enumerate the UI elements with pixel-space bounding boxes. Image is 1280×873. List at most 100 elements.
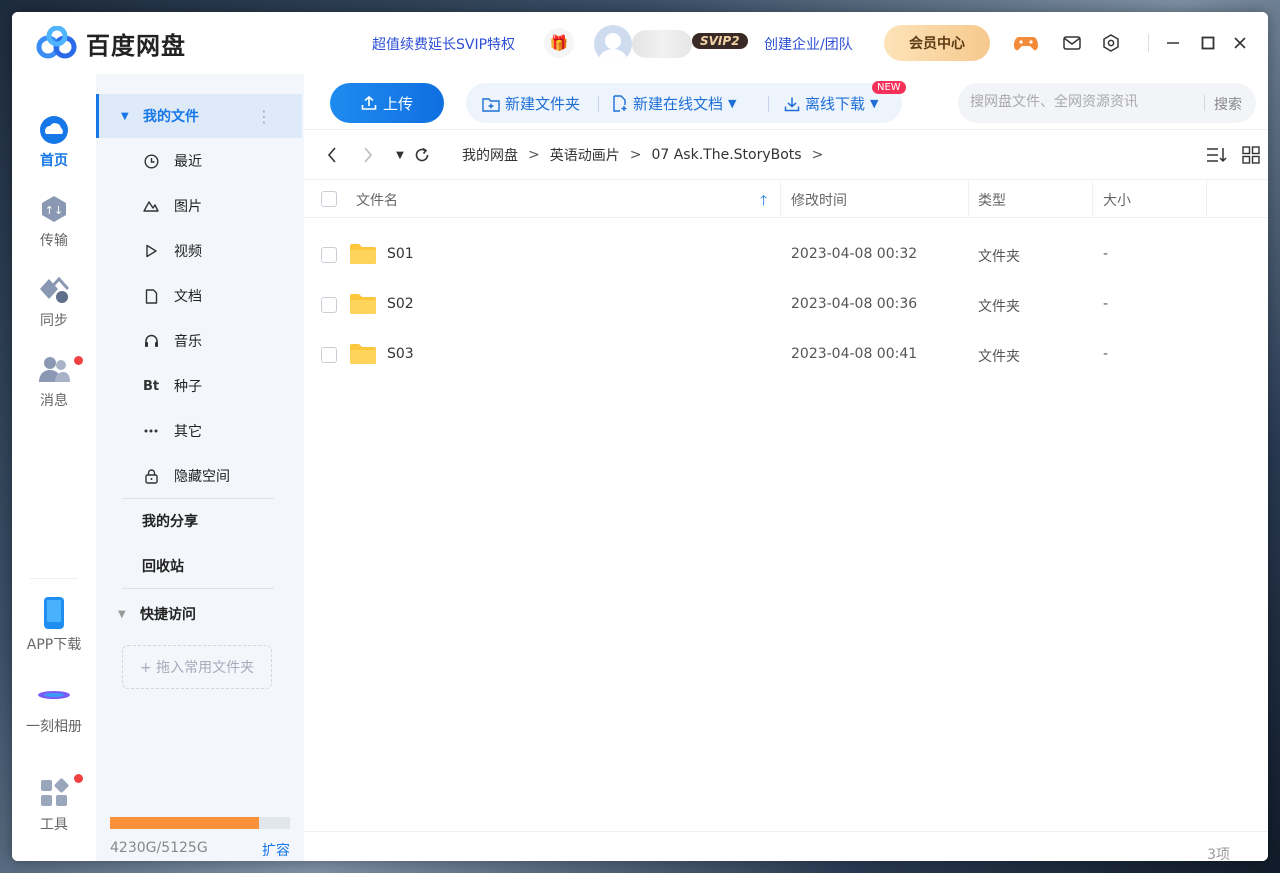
upload-button[interactable]: 上传: [330, 83, 444, 123]
new-folder-icon: [482, 97, 500, 112]
offline-download-button[interactable]: 离线下载 ▼: [784, 93, 878, 114]
new-folder-label: 新建文件夹: [505, 95, 581, 113]
refresh-icon[interactable]: [412, 145, 432, 165]
maximize-icon[interactable]: [1195, 30, 1221, 56]
file-mtime: 2023-04-08 00:36: [791, 296, 918, 312]
column-header-size[interactable]: 大小: [1103, 190, 1131, 210]
breadcrumb: 我的网盘 > 英语动画片 > 07 Ask.The.StoryBots >: [462, 145, 833, 165]
sidebar-item-recent[interactable]: 最近: [96, 139, 302, 183]
column-header-name[interactable]: 文件名: [356, 190, 398, 210]
file-type: 文件夹: [978, 299, 1020, 315]
caret-down-icon[interactable]: ▼: [118, 609, 128, 620]
search-button[interactable]: 搜索: [1214, 94, 1242, 114]
sidebar-item-quick-access[interactable]: ▼ 快捷访问: [96, 592, 302, 636]
settings-gear-icon[interactable]: [1099, 31, 1123, 55]
toolbar: 上传 新建文件夹 新建在线文档 ▼ NEW 离线下载 ▼ 搜网盘文件、全网资源资…: [304, 74, 1268, 130]
member-center-button[interactable]: 会员中心: [884, 25, 990, 61]
sidebar-item-label: 种子: [174, 379, 202, 395]
select-all-checkbox[interactable]: [321, 191, 337, 207]
sidebar-item-documents[interactable]: 文档: [96, 274, 302, 318]
rail-item-sync[interactable]: 同步: [12, 272, 96, 330]
rail-item-home[interactable]: 首页: [12, 112, 96, 170]
more-icon: [142, 429, 160, 433]
caret-down-icon[interactable]: ▼: [121, 111, 131, 122]
transfer-icon: ↑↓: [37, 192, 71, 226]
sidebar-item-label: 其它: [174, 424, 202, 440]
forward-icon[interactable]: [358, 145, 378, 165]
sidebar-item-hidden-space[interactable]: 隐藏空间: [96, 454, 302, 498]
file-name[interactable]: S03: [387, 346, 414, 362]
sidebar-item-label: 视频: [174, 244, 202, 260]
rail-label: 消息: [40, 393, 68, 409]
sidebar-item-label: 隐藏空间: [174, 469, 230, 485]
sidebar-item-label: 回收站: [142, 559, 184, 575]
file-size: -: [1103, 246, 1109, 262]
rail-item-messages[interactable]: 消息: [12, 352, 96, 410]
breadcrumb-item[interactable]: 英语动画片: [550, 145, 620, 165]
file-name[interactable]: S02: [387, 296, 414, 312]
rail-item-tools[interactable]: 工具: [12, 774, 96, 834]
storage-quota-bar: [110, 817, 290, 829]
breadcrumb-item[interactable]: 我的网盘: [462, 145, 518, 165]
folder-icon: [350, 244, 376, 264]
kebab-menu-icon[interactable]: ⋮: [256, 107, 272, 126]
gift-icon[interactable]: 🎁: [544, 28, 574, 58]
sort-asc-icon[interactable]: 🡑: [760, 190, 767, 214]
new-online-doc-button[interactable]: 新建在线文档 ▼: [612, 93, 736, 114]
tools-icon: [37, 776, 71, 810]
rail-item-album[interactable]: 一刻相册: [12, 678, 96, 736]
item-count: 3项: [1207, 847, 1230, 861]
sidebar-divider: [122, 588, 274, 589]
sidebar-item-my-share[interactable]: 我的分享: [96, 499, 302, 543]
grid-view-icon[interactable]: [1240, 144, 1262, 166]
column-header-mtime[interactable]: 修改时间: [791, 190, 847, 210]
sort-list-icon[interactable]: [1206, 144, 1228, 166]
row-checkbox[interactable]: [321, 297, 337, 313]
file-name[interactable]: S01: [387, 246, 414, 262]
username-blurred[interactable]: [632, 30, 692, 58]
rail-item-transfer[interactable]: ↑↓ 传输: [12, 192, 96, 250]
column-divider[interactable]: [780, 180, 781, 218]
column-divider[interactable]: [968, 180, 969, 218]
new-folder-button[interactable]: 新建文件夹: [482, 93, 580, 114]
avatar[interactable]: [594, 25, 632, 63]
search-separator: [1204, 95, 1205, 111]
search-input[interactable]: [970, 94, 1190, 110]
breadcrumb-item[interactable]: 07 Ask.The.StoryBots: [651, 147, 801, 163]
row-checkbox[interactable]: [321, 347, 337, 363]
table-row[interactable]: S01 2023-04-08 00:32 文件夹 -: [304, 230, 1268, 280]
minimize-icon[interactable]: [1160, 30, 1186, 56]
svip-promo-link[interactable]: 超值续费延长SVIP特权: [372, 34, 515, 54]
main-panel: 上传 新建文件夹 新建在线文档 ▼ NEW 离线下载 ▼ 搜网盘文件、全网资源资…: [304, 74, 1268, 861]
file-size: -: [1103, 346, 1109, 362]
table-row[interactable]: S03 2023-04-08 00:41 文件夹 -: [304, 330, 1268, 380]
table-row[interactable]: S02 2023-04-08 00:36 文件夹 -: [304, 280, 1268, 330]
new-online-doc-label: 新建在线文档: [633, 95, 724, 113]
bt-icon: Bt: [142, 378, 160, 394]
sidebar-item-recycle-bin[interactable]: 回收站: [96, 544, 302, 588]
document-icon: [142, 288, 160, 304]
sidebar-item-torrents[interactable]: Bt 种子: [96, 364, 302, 408]
rail-item-app-download[interactable]: APP下载: [12, 596, 96, 654]
gamepad-icon[interactable]: [1014, 31, 1038, 55]
phone-icon: [37, 596, 71, 630]
close-icon[interactable]: [1227, 30, 1253, 56]
expand-storage-link[interactable]: 扩容: [262, 840, 290, 860]
back-icon[interactable]: [322, 145, 342, 165]
sidebar-item-videos[interactable]: 视频: [96, 229, 302, 273]
create-enterprise-link[interactable]: 创建企业/团队: [764, 34, 853, 54]
column-header-type[interactable]: 类型: [978, 190, 1006, 210]
column-divider[interactable]: [1092, 180, 1093, 218]
sidebar-item-other[interactable]: 其它: [96, 409, 302, 453]
sidebar-item-images[interactable]: 图片: [96, 184, 302, 228]
mail-icon[interactable]: [1060, 31, 1084, 55]
rail-label: 首页: [40, 153, 68, 169]
sidebar-item-my-files[interactable]: ▼ 我的文件 ⋮: [96, 94, 302, 138]
row-checkbox[interactable]: [321, 247, 337, 263]
file-mtime: 2023-04-08 00:41: [791, 346, 918, 362]
history-dropdown-icon[interactable]: ▼: [390, 145, 410, 165]
quick-access-drop-zone[interactable]: + 拖入常用文件夹: [122, 645, 272, 689]
sidebar-item-music[interactable]: 音乐: [96, 319, 302, 363]
sidebar-item-label: 我的分享: [142, 514, 198, 530]
column-divider[interactable]: [1206, 180, 1207, 218]
